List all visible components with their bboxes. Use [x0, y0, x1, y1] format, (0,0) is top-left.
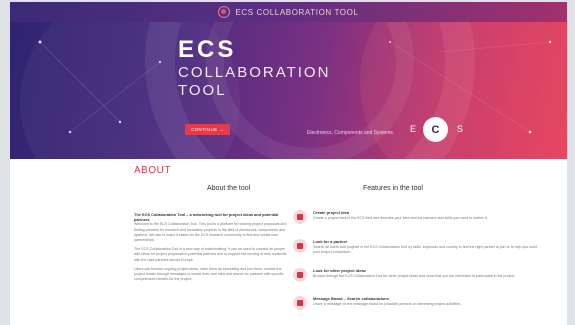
feature-description: Search all users and projects in the ECS… [313, 245, 537, 254]
feature-title[interactable]: Create project idea [313, 210, 349, 215]
feature-title[interactable]: Look for a partner [313, 239, 347, 244]
hero-background-graphic [20, 22, 567, 159]
feature-title[interactable]: Look for other project ideas [313, 268, 366, 273]
page: ECS COLLABORATION TOOL ECS COLLABORATION… [10, 2, 567, 325]
ecs-logo-letter-s: S [457, 124, 464, 134]
ecs-logo-circle-icon: C [423, 117, 448, 142]
chat-icon [293, 296, 307, 310]
ecs-logo-icon[interactable] [218, 6, 231, 18]
hero-caption: Electronics, Components and Systems [307, 130, 393, 136]
topbar-title[interactable]: ECS COLLABORATION TOOL [235, 8, 358, 17]
feature-title[interactable]: Message Board – Search collaborations [313, 296, 389, 301]
feature-look-for-partner[interactable]: Look for a partner Search all users and … [293, 239, 553, 263]
ecs-logo-letter-c: C [431, 123, 440, 136]
feature-description: Leave a message on the message board for… [313, 302, 462, 306]
lightbulb-icon [293, 210, 307, 224]
features-heading: Features in the tool [363, 185, 423, 192]
feature-description: Create a project idea in the ECS field a… [313, 216, 488, 220]
feature-description: Browse through the ECS Collaboration Too… [313, 274, 516, 278]
top-bar: ECS COLLABORATION TOOL [10, 2, 567, 22]
feature-message-board[interactable]: Message Board – Search collaborations Le… [293, 296, 553, 320]
about-text-column: The ECS Collaboration Tool – a networkin… [134, 212, 291, 286]
hero-subtitle-line2: TOOL [178, 82, 227, 99]
hero-subtitle-line1: COLLABORATION [178, 64, 331, 81]
about-heading: ABOUT [134, 165, 171, 176]
about-paragraph-lead: The ECS Collaboration Tool – a networkin… [134, 212, 279, 223]
continue-button[interactable]: CONTINUE → [185, 124, 230, 135]
hero-banner: ECS COLLABORATION TOOL CONTINUE → Electr… [10, 22, 567, 159]
about-paragraph: The ECS Collaboration Tool is a new way … [134, 247, 291, 263]
people-icon [293, 239, 307, 253]
about-paragraph-body: Welcome to the ECS Collaboration Tool. T… [134, 222, 287, 243]
ecs-logo-letter-e: E [410, 124, 417, 134]
about-paragraph-body: The ECS Collaboration Tool is a new way … [134, 247, 287, 262]
about-paragraph: The ECS Collaboration Tool – a networkin… [134, 212, 291, 243]
about-tool-heading: About the tool [207, 185, 251, 192]
about-paragraph: Users can browse ongoing project ideas, … [134, 267, 291, 283]
feature-other-project-ideas[interactable]: Look for other project ideas Browse thro… [293, 268, 553, 292]
document-icon [293, 268, 307, 282]
hero-title: ECS [178, 36, 237, 63]
feature-create-project[interactable]: Create project idea Create a project ide… [293, 210, 553, 234]
about-paragraph-body: Users can browse ongoing project ideas, … [134, 266, 284, 282]
